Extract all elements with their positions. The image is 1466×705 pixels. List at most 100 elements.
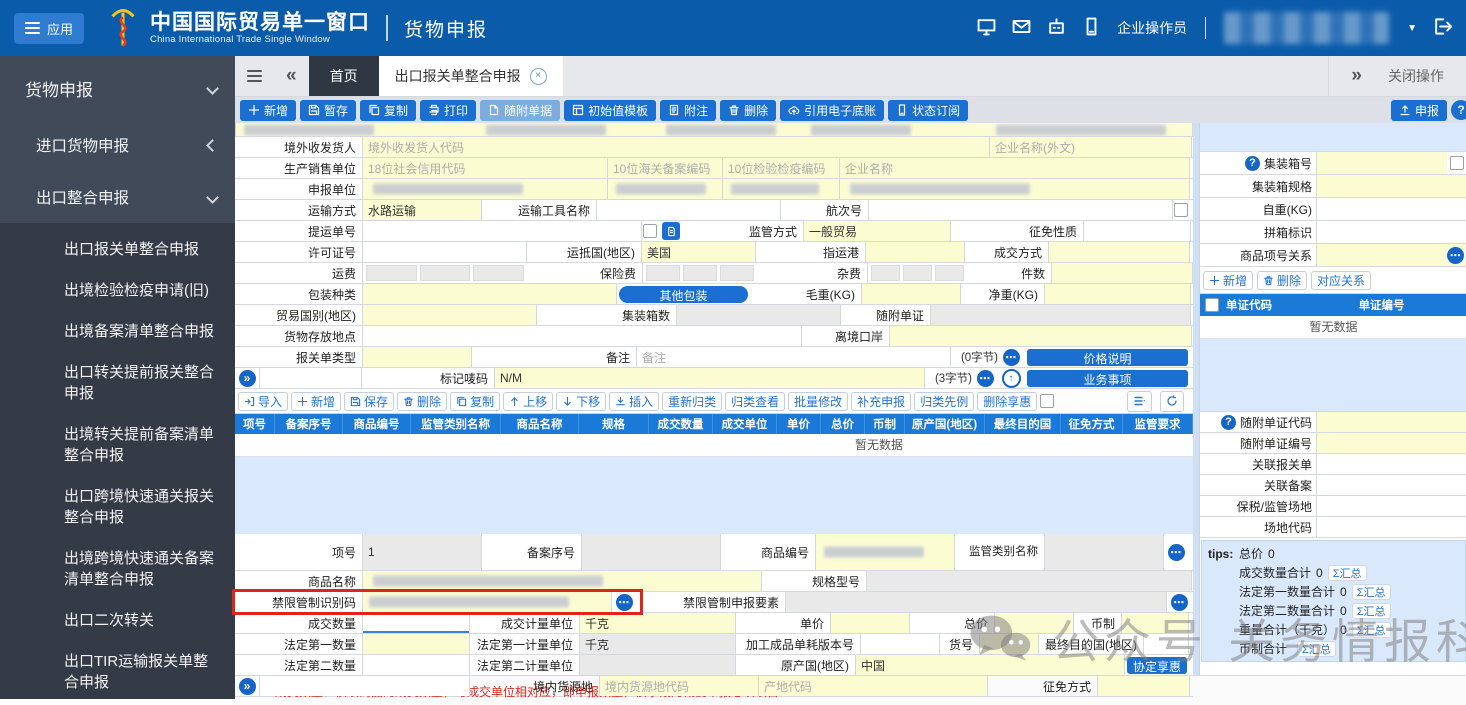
close-operations-link[interactable]: 关闭操作 <box>1388 66 1444 86</box>
tab-export-declaration[interactable]: 出口报关单整合申报 × <box>379 56 563 96</box>
goods-col-header-监管类别名称[interactable]: 监管类别名称 <box>411 414 501 434</box>
marks-numbers-field[interactable]: N/M <box>494 368 925 388</box>
sum-button[interactable]: Σ汇总 <box>1352 603 1391 619</box>
package-type-field[interactable] <box>362 284 617 304</box>
item-relation-field[interactable]: ⋯ <box>1316 244 1466 266</box>
sum-button[interactable]: Σ汇总 <box>1352 622 1391 638</box>
sidebar-item-5[interactable]: 出口跨境快速通关报关整合申报 <box>0 476 235 538</box>
sum-button[interactable]: Σ汇总 <box>1297 641 1336 657</box>
supervision-mode-field[interactable]: 一般贸易 <box>803 221 951 241</box>
user-dropdown-arrow[interactable]: ▼ <box>1407 23 1417 34</box>
goods-col-header-成交数量[interactable]: 成交数量 <box>649 414 713 434</box>
help-icon[interactable]: ? <box>1221 415 1236 430</box>
voyage-checkbox[interactable] <box>1174 203 1188 217</box>
container-spec-field[interactable] <box>1316 175 1466 197</box>
fee-subfield[interactable] <box>683 265 717 281</box>
other-package-button[interactable]: 其他包装 <box>619 286 748 303</box>
toolbar-button-状态订阅[interactable]: 状态订阅 <box>888 100 968 121</box>
toolbar-button-打印[interactable]: 打印 <box>420 100 476 121</box>
exit-port-field[interactable] <box>889 326 1192 346</box>
goods-toolbar-button-下移[interactable]: 下移 <box>556 392 606 411</box>
commodity-name-field[interactable] <box>362 571 762 591</box>
legal-qty1-field[interactable] <box>362 634 470 654</box>
legal-qty2-field[interactable] <box>362 655 470 675</box>
goods-toolbar-button-新增[interactable]: 新增 <box>291 392 341 411</box>
help-icon[interactable]: ? <box>1451 100 1466 120</box>
help-icon[interactable]: ? <box>1245 156 1260 171</box>
tabs-scroll-right-icon[interactable]: » <box>1351 57 1362 95</box>
supervision-category-field[interactable] <box>1044 534 1164 570</box>
sidebar-item-1[interactable]: 出境检验检疫申请(旧) <box>0 270 235 311</box>
marks-more-icon[interactable]: ⋯ <box>977 370 994 387</box>
storage-place-field[interactable] <box>362 326 802 346</box>
origin-country-field[interactable]: 中国 <box>855 655 1125 675</box>
tab-close-icon[interactable]: × <box>530 68 547 85</box>
container-count-field[interactable] <box>676 305 841 325</box>
producer-ciq-code-field[interactable]: 10位检验检疫编码 <box>722 158 840 178</box>
goods-toolbar-button-上移[interactable]: 上移 <box>503 392 553 411</box>
goods-col-header-备案序号[interactable]: 备案序号 <box>275 414 343 434</box>
goods-col-header-商品编号[interactable]: 商品编号 <box>343 414 411 434</box>
goods-toolbar-button-删除[interactable]: 删除 <box>397 392 447 411</box>
goods-col-header-单价[interactable]: 单价 <box>777 414 821 434</box>
monitor-icon[interactable] <box>977 17 996 39</box>
user-name-redacted[interactable] <box>1224 12 1389 44</box>
sum-button[interactable]: Σ汇总 <box>1328 565 1367 581</box>
overseas-consignee-name-field[interactable]: 企业名称(外文) <box>989 137 1192 157</box>
package-count-field[interactable] <box>1051 263 1193 283</box>
restriction-id-field[interactable] <box>362 592 612 612</box>
sidebar-item-4[interactable]: 出境转关提前备案清单整合申报 <box>0 414 235 476</box>
product-no-field[interactable] <box>979 634 1039 654</box>
declaring-agent-ciq-code-field[interactable] <box>722 179 840 199</box>
fee-subfield[interactable] <box>473 265 524 281</box>
bonded-site-field[interactable] <box>1316 496 1466 516</box>
transaction-qty-field[interactable] <box>362 613 470 633</box>
item-no-field[interactable]: 1 <box>362 534 482 570</box>
gross-weight-field[interactable] <box>861 284 961 304</box>
voyage-no-field[interactable] <box>868 200 1173 220</box>
accompanying-docs-field[interactable] <box>930 305 1191 325</box>
destination-port-field[interactable] <box>865 242 965 262</box>
remarks-field[interactable]: 备注 <box>636 347 951 367</box>
business-matters-button[interactable]: 业务事项 <box>1027 370 1188 387</box>
goods-toolbar-button-重新归类[interactable]: 重新归类 <box>662 392 722 411</box>
sidebar-item-3[interactable]: 出口转关提前报关整合申报 <box>0 352 235 414</box>
sidebar-root-cargo-declaration[interactable]: 货物申报 <box>0 56 235 119</box>
panel-button-新增[interactable]: 新增 <box>1203 271 1253 290</box>
goods-toolbar-button-删除享惠[interactable]: 删除享惠 <box>977 392 1037 411</box>
tab-list-icon[interactable] <box>235 56 274 96</box>
sidebar-item-2[interactable]: 出境备案清单整合申报 <box>0 311 235 352</box>
app-menu-button[interactable]: 应用 <box>14 13 84 44</box>
goods-toolbar-button-导入[interactable]: 导入 <box>238 392 288 411</box>
legal-unit1-field[interactable]: 千克 <box>579 634 736 654</box>
container-weight-field[interactable] <box>1316 198 1466 220</box>
currency-field[interactable] <box>1121 613 1189 633</box>
producer-uscc-field[interactable]: 18位社会信用代码 <box>362 158 608 178</box>
agreement-benefit-button[interactable]: 协定享惠 <box>1127 657 1187 674</box>
detail-expand-icon[interactable]: » <box>239 678 256 695</box>
declaring-agent-customs-code-field[interactable] <box>607 179 723 199</box>
insurance-fields[interactable] <box>642 263 757 283</box>
mail-icon[interactable] <box>1012 17 1031 39</box>
goods-toolbar-checkbox[interactable] <box>1040 394 1054 408</box>
panel-button-对应关系[interactable]: 对应关系 <box>1311 271 1371 290</box>
doc-no-field[interactable] <box>1316 433 1466 453</box>
sidebar-group-0[interactable]: 进口货物申报 <box>0 119 235 171</box>
exemption-nature-field[interactable] <box>1083 221 1191 241</box>
declaring-agent-uscc-field[interactable] <box>362 179 608 199</box>
site-code-field[interactable] <box>1316 517 1466 537</box>
sidebar-item-7[interactable]: 出口二次转关 <box>0 600 235 641</box>
form-spacer-field[interactable] <box>259 368 362 388</box>
refresh-icon[interactable] <box>1160 391 1184 412</box>
toolbar-button-暂存[interactable]: 暂存 <box>300 100 356 121</box>
goods-col-header-商品名称[interactable]: 商品名称 <box>501 414 579 434</box>
fee-subfield[interactable] <box>935 265 964 281</box>
goods-toolbar-button-补充申报[interactable]: 补充申报 <box>851 392 911 411</box>
fee-subfield[interactable] <box>903 265 932 281</box>
goods-col-header-币制[interactable]: 币制 <box>865 414 905 434</box>
toolbar-button-删除[interactable]: 删除 <box>720 100 776 121</box>
fee-subfield[interactable] <box>871 265 900 281</box>
more-icon[interactable]: ⋯ <box>1447 247 1464 264</box>
sidebar-item-0[interactable]: 出口报关单整合申报 <box>0 229 235 270</box>
goods-col-header-原产国(地区)[interactable]: 原产国(地区) <box>905 414 985 434</box>
